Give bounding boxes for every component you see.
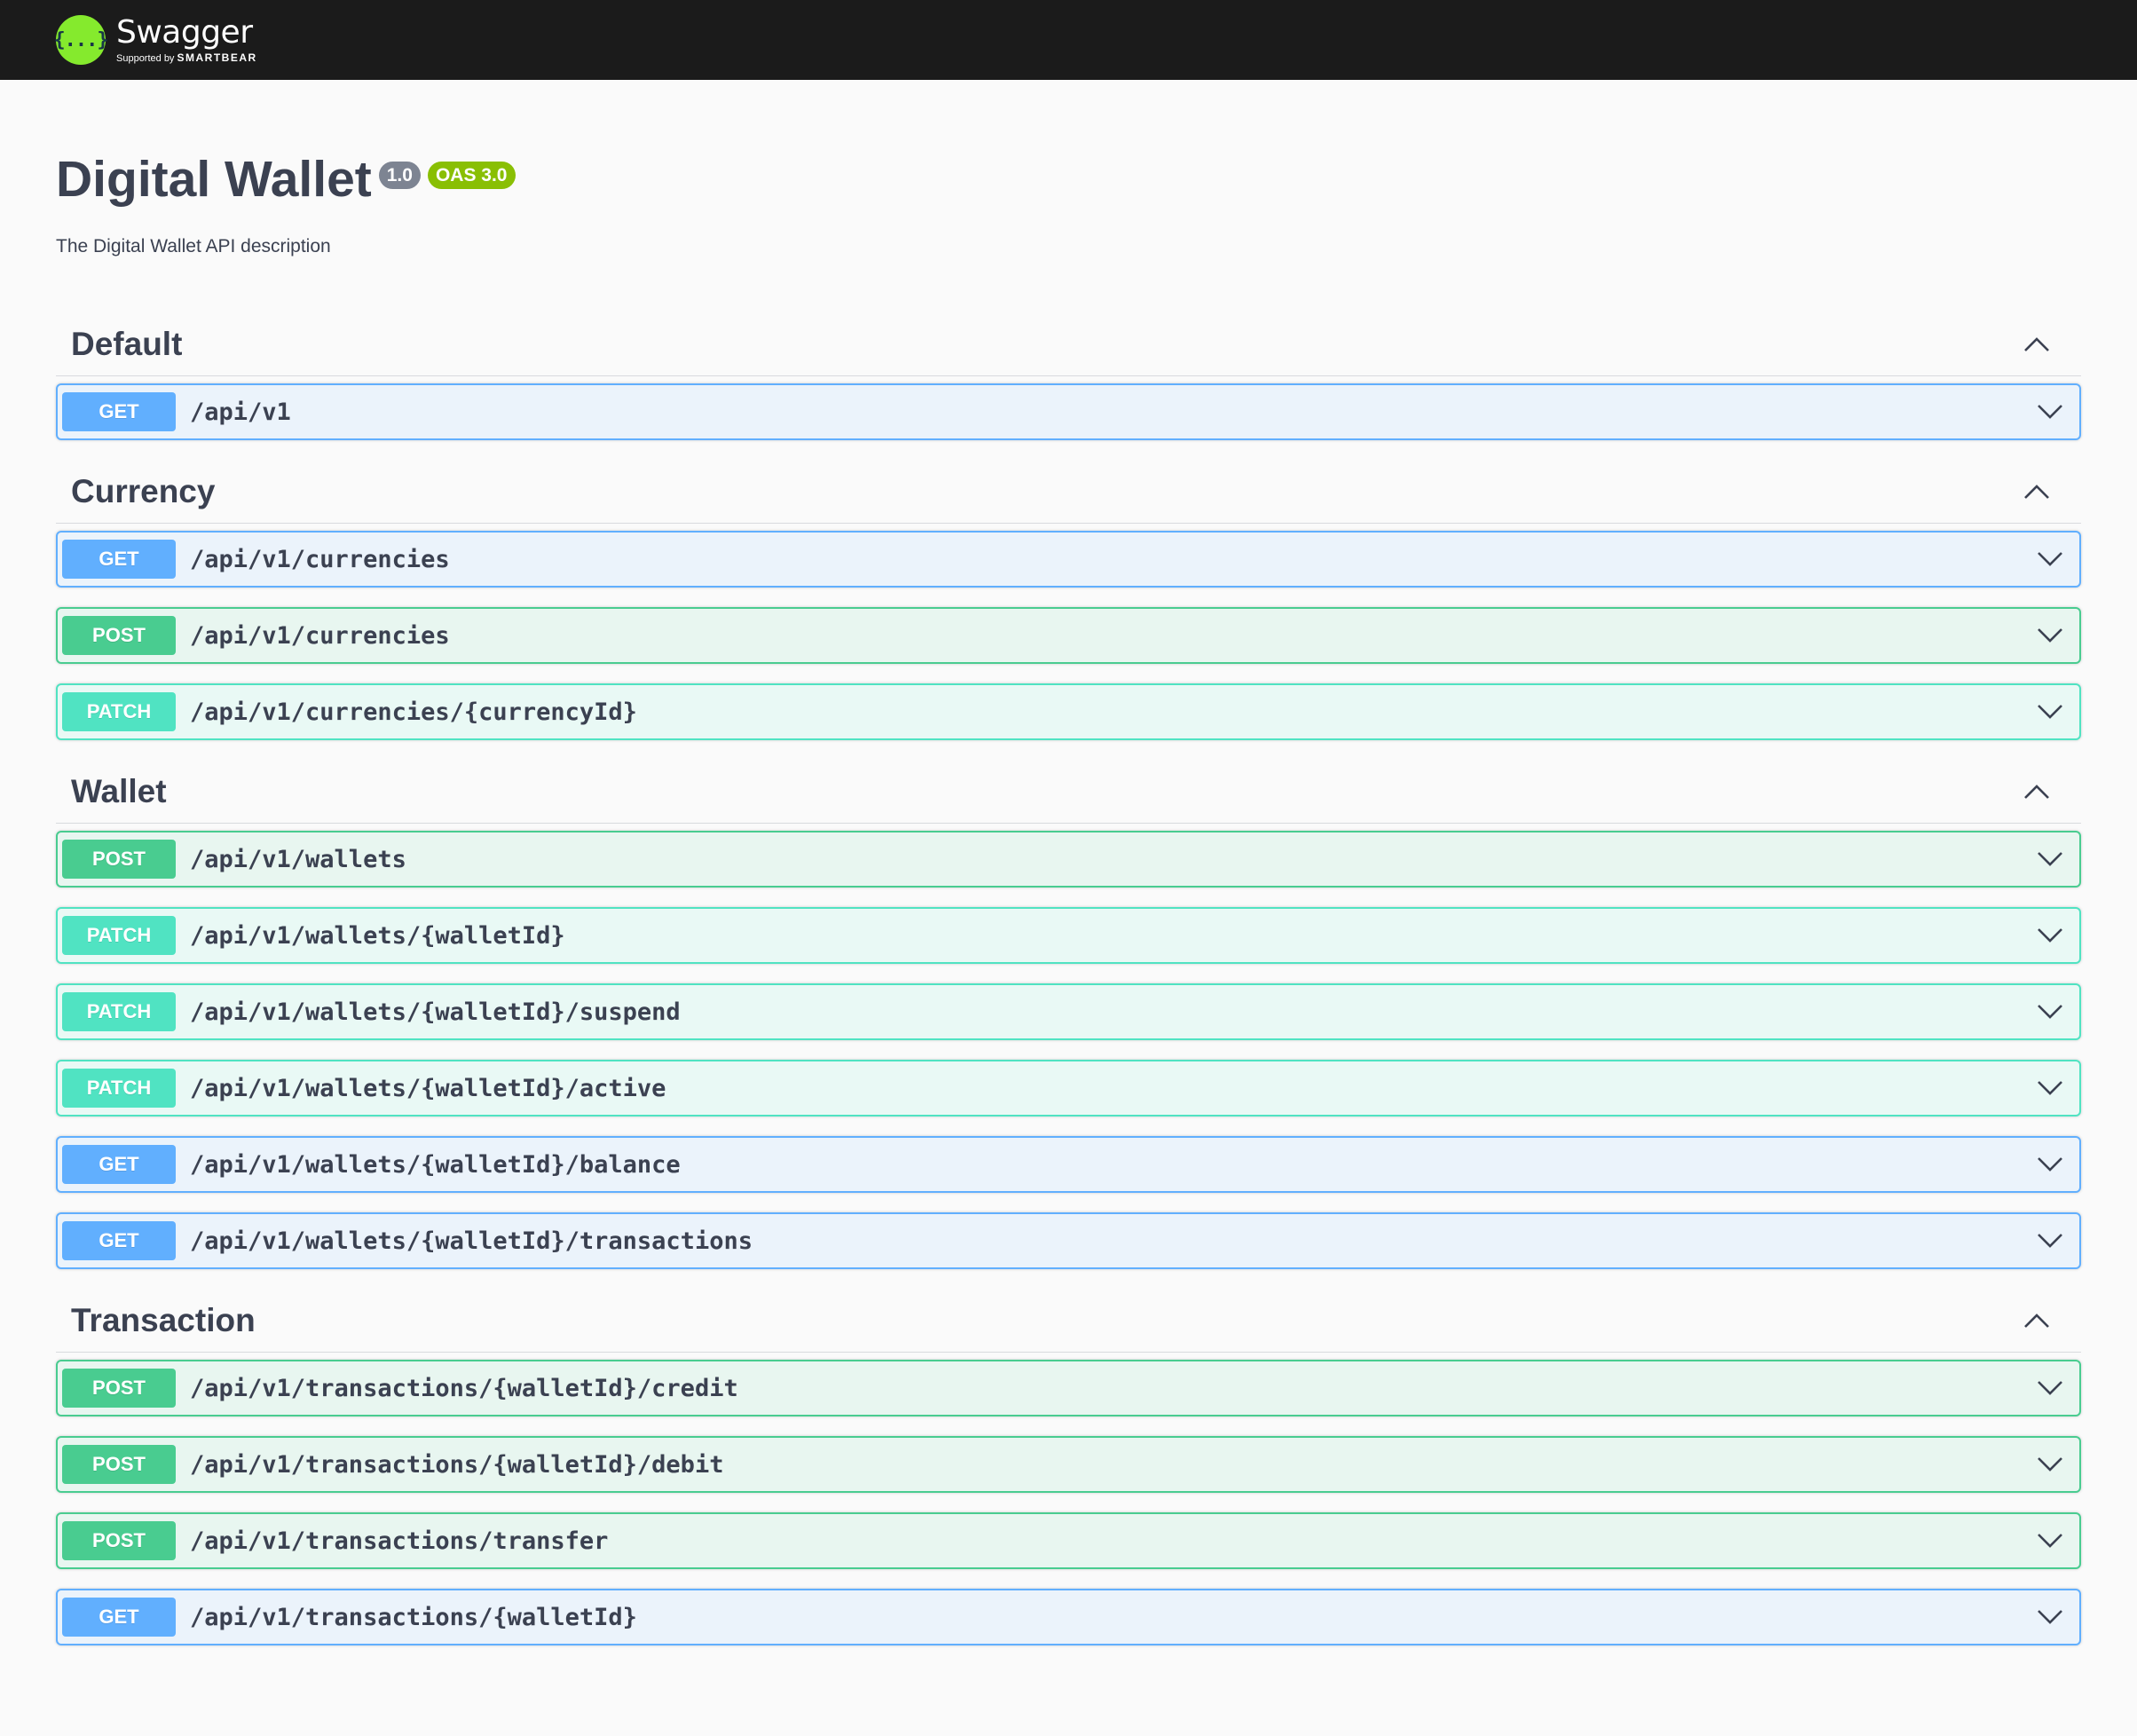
chevron-down-icon[interactable] xyxy=(2032,994,2068,1030)
chevron-down-icon[interactable] xyxy=(2032,918,2068,953)
method-badge-post: POST xyxy=(62,840,176,880)
chevron-up-icon[interactable] xyxy=(2022,777,2052,807)
chevron-down-icon[interactable] xyxy=(2032,1370,2068,1406)
operation-path: /api/v1/wallets/{walletId}/suspend xyxy=(190,998,681,1026)
operation-row[interactable]: GET /api/v1/wallets/{walletId}/balance xyxy=(56,1136,2081,1194)
method-badge-get: GET xyxy=(62,1145,176,1185)
tag-header[interactable]: Wallet xyxy=(56,760,2081,825)
tag-title: Wallet xyxy=(71,772,167,809)
method-badge-patch: PATCH xyxy=(62,692,176,732)
chevron-up-icon[interactable] xyxy=(2022,1306,2052,1336)
operation-row[interactable]: POST /api/v1/transactions/{walletId}/deb… xyxy=(56,1436,2081,1494)
tag-title: Currency xyxy=(71,472,216,509)
operation-path: /api/v1/transactions/{walletId}/debit xyxy=(190,1450,724,1479)
logo-name: Swagger xyxy=(116,13,253,51)
oas-badge: OAS 3.0 xyxy=(427,162,516,190)
method-badge-post: POST xyxy=(62,1521,176,1561)
chevron-down-icon[interactable] xyxy=(2032,694,2068,730)
api-description: The Digital Wallet API description xyxy=(56,236,331,257)
tag-section-default: Default GET /api/v1 xyxy=(56,312,2081,441)
logo-sub-prefix: Supported by xyxy=(116,52,175,64)
operation-row[interactable]: GET /api/v1 xyxy=(56,383,2081,441)
operation-row[interactable]: POST /api/v1/currencies xyxy=(56,607,2081,665)
tag-section-currency: Currency GET /api/v1/currencies POST /ap… xyxy=(56,460,2081,741)
chevron-down-icon[interactable] xyxy=(2032,1447,2068,1482)
operation-row[interactable]: POST /api/v1/transactions/{walletId}/cre… xyxy=(56,1360,2081,1417)
operation-path: /api/v1/wallets/{walletId} xyxy=(190,921,565,950)
operations-container: Default GET /api/v1 Currency GET /api/v1… xyxy=(56,312,2081,1646)
method-badge-post: POST xyxy=(62,1369,176,1409)
tag-title: Default xyxy=(71,325,183,362)
method-badge-patch: PATCH xyxy=(62,1069,176,1109)
operation-path: /api/v1/currencies xyxy=(190,545,450,573)
chevron-down-icon[interactable] xyxy=(2032,841,2068,877)
operation-path: /api/v1 xyxy=(190,398,291,426)
operations-list: POST /api/v1/transactions/{walletId}/cre… xyxy=(56,1360,2081,1646)
operation-path: /api/v1/transactions/transfer xyxy=(190,1527,609,1555)
operation-path: /api/v1/transactions/{walletId} xyxy=(190,1603,637,1631)
page-title: Digital Wallet xyxy=(56,151,372,208)
topbar: {...} Swagger Supported by SMARTBEAR xyxy=(0,0,2137,80)
tag-header[interactable]: Transaction xyxy=(56,1289,2081,1353)
operation-row[interactable]: PATCH /api/v1/currencies/{currencyId} xyxy=(56,683,2081,741)
method-badge-get: GET xyxy=(62,540,176,580)
main-content: Digital Wallet 1.0 OAS 3.0 The Digital W… xyxy=(0,149,2137,1646)
operation-row[interactable]: PATCH /api/v1/wallets/{walletId} xyxy=(56,907,2081,965)
swagger-logo[interactable]: {...} Swagger Supported by SMARTBEAR xyxy=(53,13,257,65)
method-badge-get: GET xyxy=(62,392,176,432)
chevron-down-icon[interactable] xyxy=(2032,1147,2068,1182)
operation-path: /api/v1/wallets/{walletId}/transactions xyxy=(190,1227,753,1255)
operation-row[interactable]: POST /api/v1/transactions/transfer xyxy=(56,1512,2081,1570)
operation-row[interactable]: PATCH /api/v1/wallets/{walletId}/active xyxy=(56,1060,2081,1117)
chevron-down-icon[interactable] xyxy=(2032,618,2068,653)
operation-path: /api/v1/wallets/{walletId}/balance xyxy=(190,1150,681,1179)
version-badge: 1.0 xyxy=(378,162,421,190)
operation-path: /api/v1/currencies/{currencyId} xyxy=(190,698,637,726)
operation-path: /api/v1/transactions/{walletId}/credit xyxy=(190,1374,738,1402)
chevron-down-icon[interactable] xyxy=(2032,1070,2068,1106)
chevron-down-icon[interactable] xyxy=(2032,1223,2068,1259)
chevron-down-icon[interactable] xyxy=(2032,1523,2068,1558)
tag-header[interactable]: Default xyxy=(56,312,2081,377)
logo-sub-brand: SMARTBEAR xyxy=(177,51,257,64)
chevron-up-icon[interactable] xyxy=(2022,477,2052,507)
operation-row[interactable]: PATCH /api/v1/wallets/{walletId}/suspend xyxy=(56,983,2081,1041)
tag-section-transaction: Transaction POST /api/v1/transactions/{w… xyxy=(56,1289,2081,1646)
chevron-down-icon[interactable] xyxy=(2032,394,2068,430)
api-info: Digital Wallet 1.0 OAS 3.0 The Digital W… xyxy=(56,149,2081,257)
operation-row[interactable]: POST /api/v1/wallets xyxy=(56,831,2081,888)
operations-list: GET /api/v1 xyxy=(56,383,2081,441)
chevron-up-icon[interactable] xyxy=(2022,329,2052,359)
operation-path: /api/v1/currencies xyxy=(190,621,450,650)
chevron-down-icon[interactable] xyxy=(2032,1599,2068,1635)
method-badge-get: GET xyxy=(62,1221,176,1261)
operation-row[interactable]: GET /api/v1/wallets/{walletId}/transacti… xyxy=(56,1212,2081,1270)
method-badge-get: GET xyxy=(62,1598,176,1637)
method-badge-patch: PATCH xyxy=(62,992,176,1032)
chevron-down-icon[interactable] xyxy=(2032,541,2068,577)
operation-path: /api/v1/wallets xyxy=(190,845,406,873)
operation-path: /api/v1/wallets/{walletId}/active xyxy=(190,1074,666,1102)
operations-list: POST /api/v1/wallets PATCH /api/v1/walle… xyxy=(56,831,2081,1270)
operations-list: GET /api/v1/currencies POST /api/v1/curr… xyxy=(56,531,2081,741)
swagger-logo-icon: {...} xyxy=(53,15,109,65)
logo-subtitle: Supported by SMARTBEAR xyxy=(116,52,257,64)
method-badge-patch: PATCH xyxy=(62,916,176,956)
operation-row[interactable]: GET /api/v1/currencies xyxy=(56,531,2081,588)
tag-section-wallet: Wallet POST /api/v1/wallets PATCH /api/v… xyxy=(56,760,2081,1270)
operation-row[interactable]: GET /api/v1/transactions/{walletId} xyxy=(56,1589,2081,1646)
title-row: Digital Wallet 1.0 OAS 3.0 xyxy=(56,149,2081,209)
method-badge-post: POST xyxy=(62,616,176,656)
method-badge-post: POST xyxy=(62,1445,176,1485)
tag-title: Transaction xyxy=(71,1301,256,1338)
tag-header[interactable]: Currency xyxy=(56,460,2081,525)
logo-text: Swagger Supported by SMARTBEAR xyxy=(116,13,257,64)
